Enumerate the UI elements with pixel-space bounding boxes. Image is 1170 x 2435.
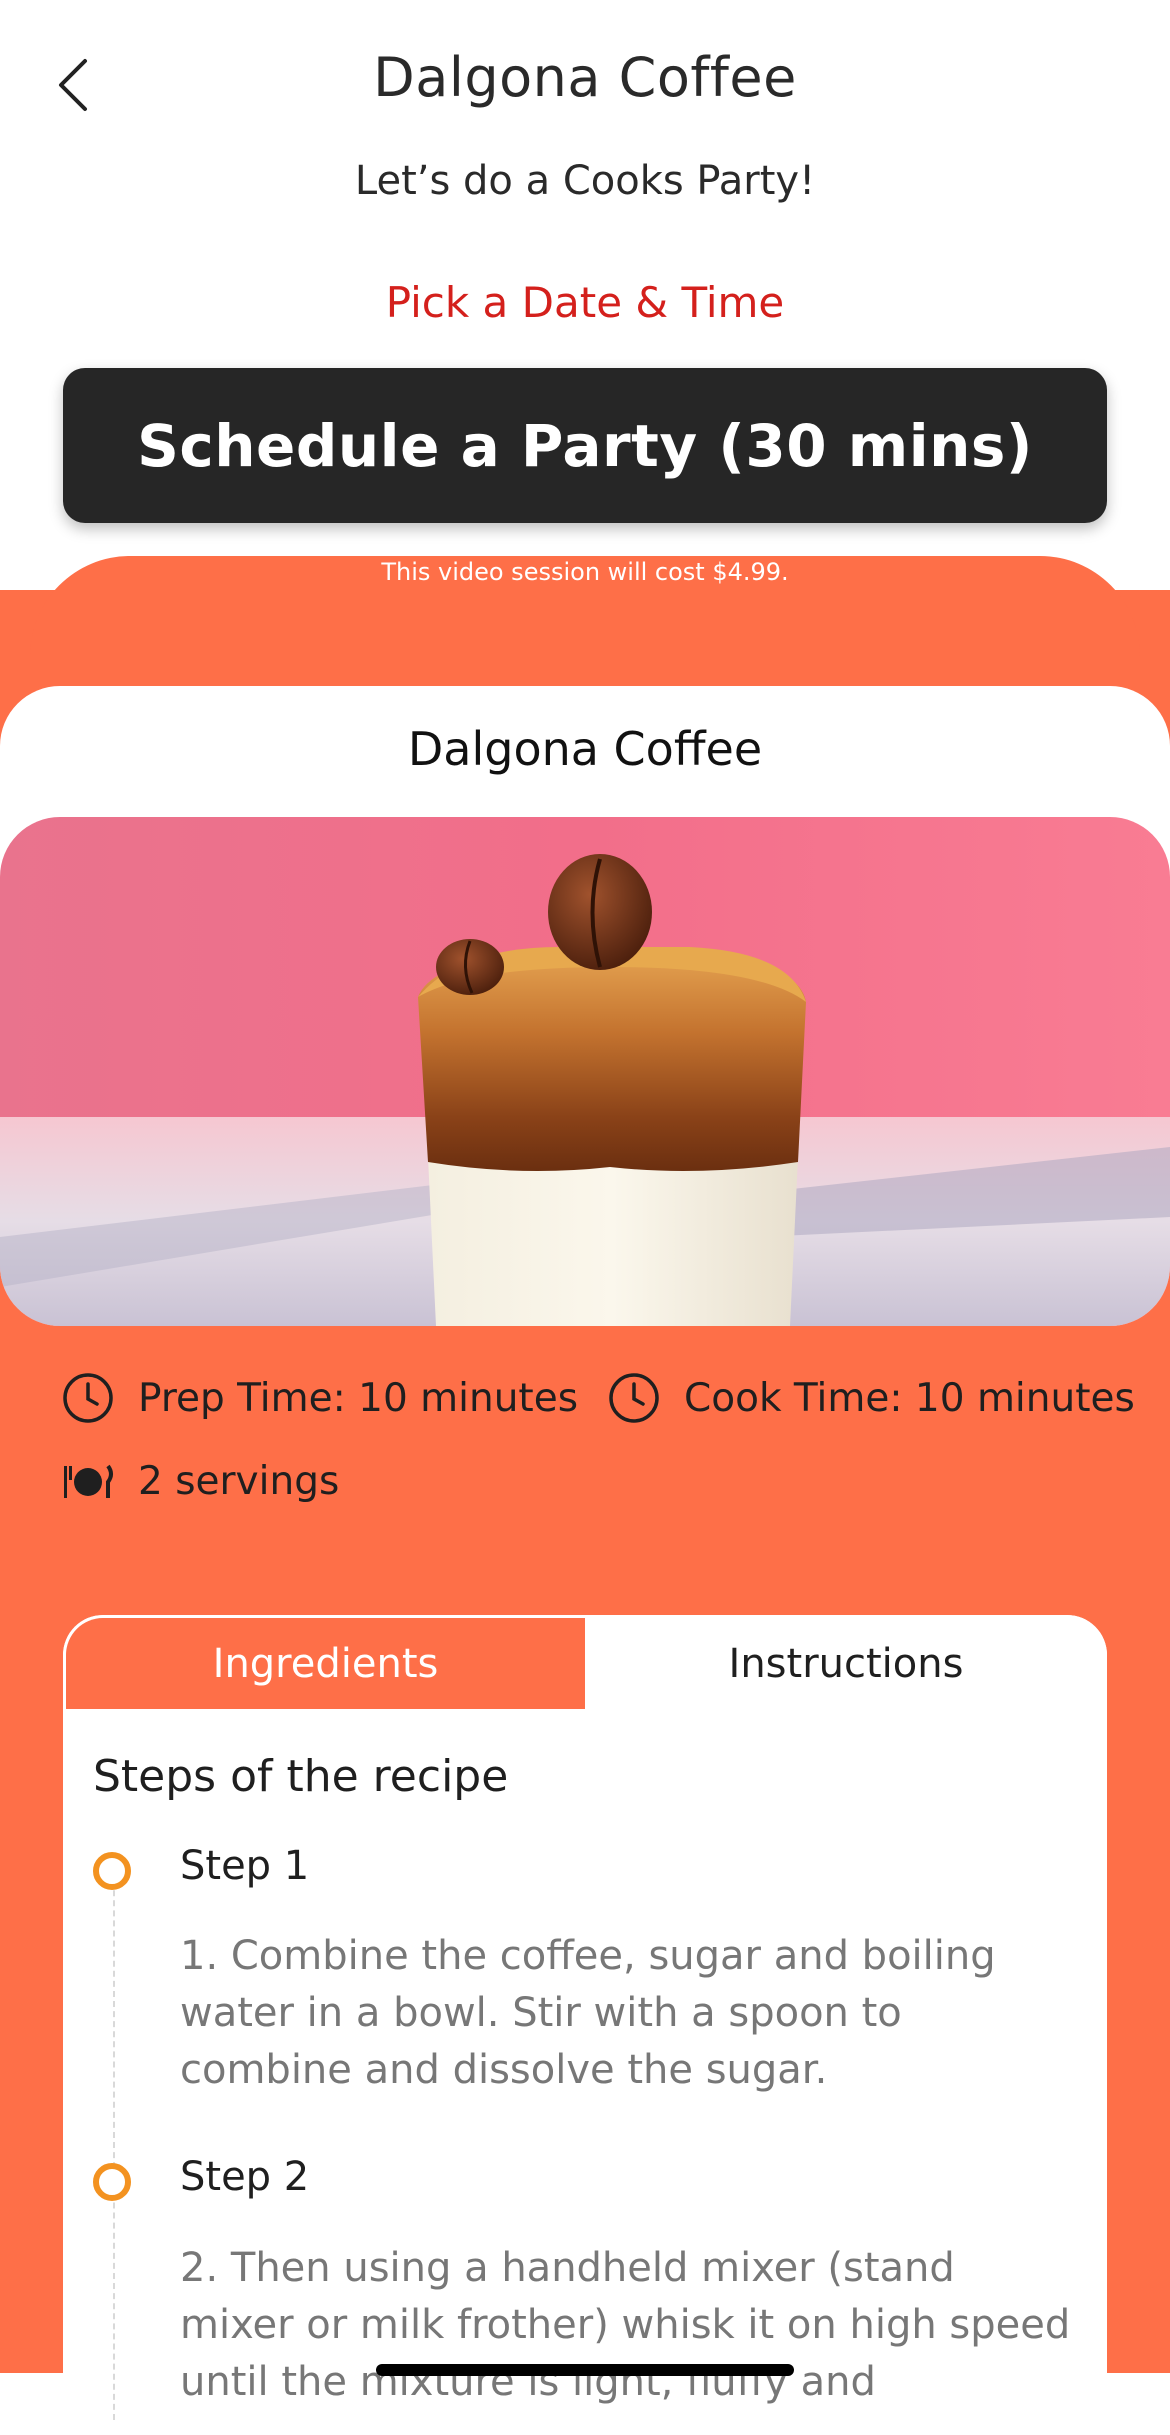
servings-label: 2 servings <box>138 1459 340 1504</box>
plate-cutlery-icon <box>64 1464 113 1498</box>
step-2-text: 2. Then using a handheld mixer (stand mi… <box>180 2245 1071 2405</box>
cook-time: Cook Time: 10 minutes <box>608 1372 1135 1424</box>
prep-time-label: Prep Time: 10 minutes <box>138 1375 579 1421</box>
recipe-card-title: Dalgona Coffee <box>407 722 763 776</box>
pick-date-time-link[interactable]: Pick a Date & Time <box>0 278 1170 327</box>
steps-timeline <box>113 1860 115 2420</box>
recipe-card: Dalgona Coffee <box>0 686 1170 1326</box>
step-1-text: 1. Combine the coffee, sugar and boiling… <box>180 1933 996 2093</box>
steps-heading: Steps of the recipe <box>93 1751 509 1802</box>
step-2-marker <box>93 2163 131 2201</box>
page-title: Dalgona Coffee <box>373 46 797 109</box>
step-1-label: Step 1 <box>180 1843 310 1889</box>
dalgona-coffee-photo <box>0 817 1170 1326</box>
schedule-party-button-label: Schedule a Party (30 mins) <box>137 411 1033 480</box>
servings: 2 servings <box>62 1459 339 1504</box>
clock-icon <box>63 1373 113 1423</box>
step-1-marker <box>93 1852 131 1890</box>
schedule-party-button[interactable]: Schedule a Party (30 mins) <box>63 368 1107 523</box>
tab-instructions[interactable]: Instructions <box>585 1615 1107 1712</box>
recipe-tabs-panel: Ingredients Instructions Steps of the re… <box>63 1615 1107 2435</box>
step-2-label: Step 2 <box>180 2154 310 2200</box>
cost-note: This video session will cost $4.99. <box>381 558 789 586</box>
page-subtitle: Let’s do a Cooks Party! <box>354 158 816 204</box>
clock-icon <box>609 1373 659 1423</box>
prep-time: Prep Time: 10 minutes <box>62 1372 578 1424</box>
home-indicator <box>376 2364 794 2376</box>
tab-ingredients[interactable]: Ingredients <box>63 1615 585 1712</box>
recipe-photo <box>0 817 1170 1326</box>
cook-time-label: Cook Time: 10 minutes <box>684 1375 1135 1421</box>
